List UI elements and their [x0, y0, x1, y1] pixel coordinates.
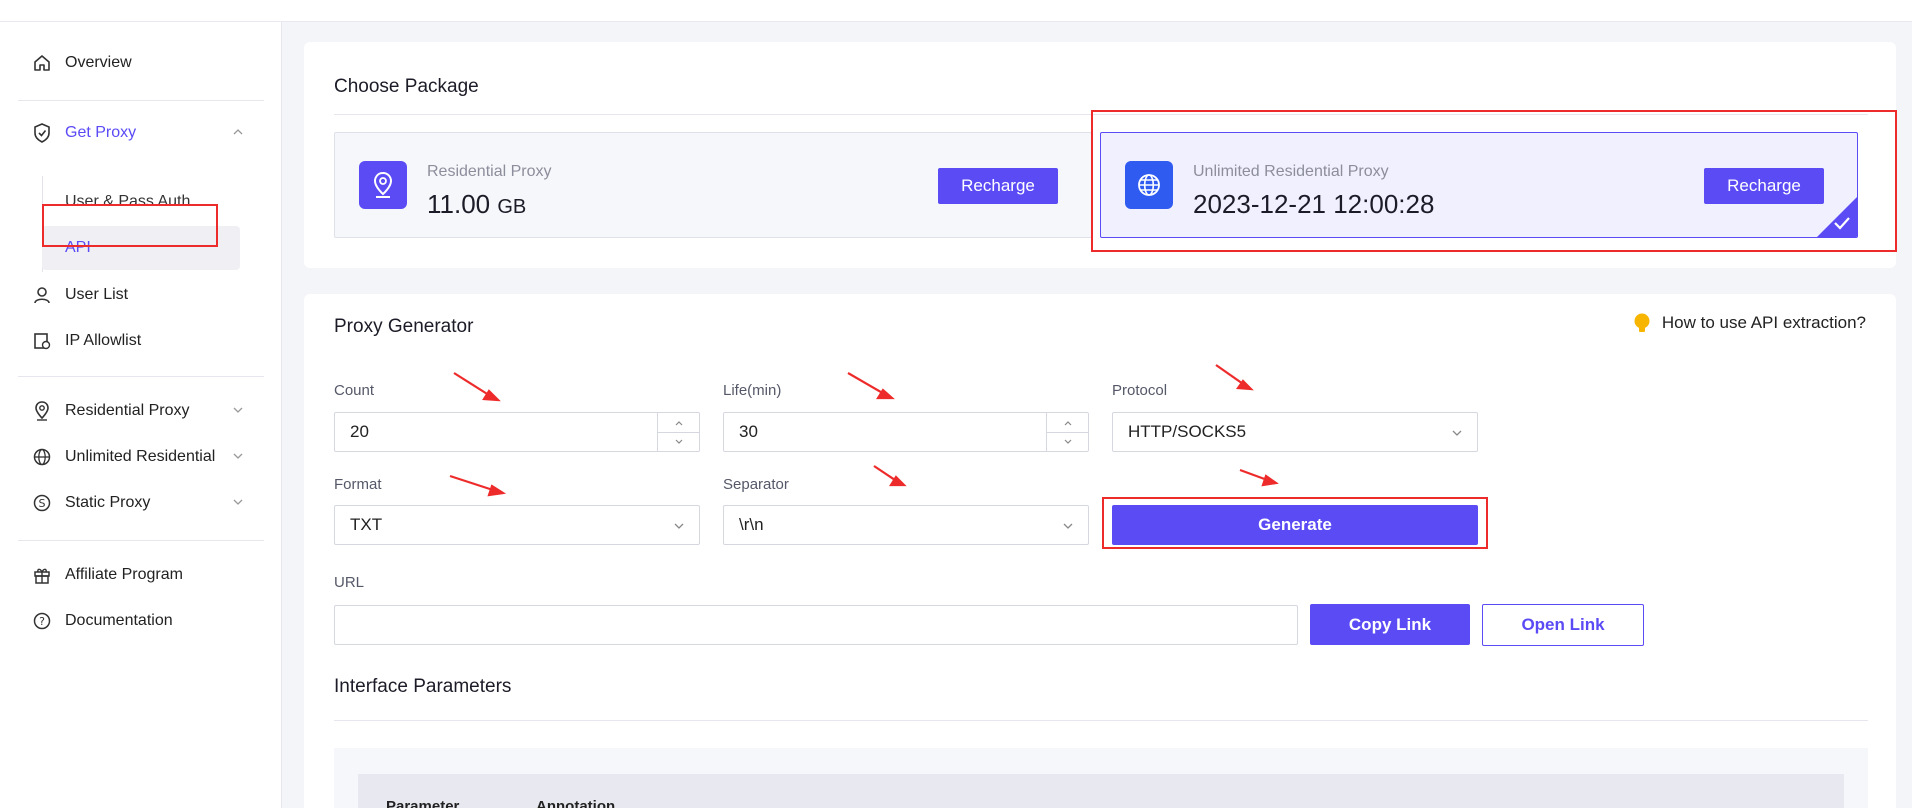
- annotation-arrows: [449, 364, 1279, 497]
